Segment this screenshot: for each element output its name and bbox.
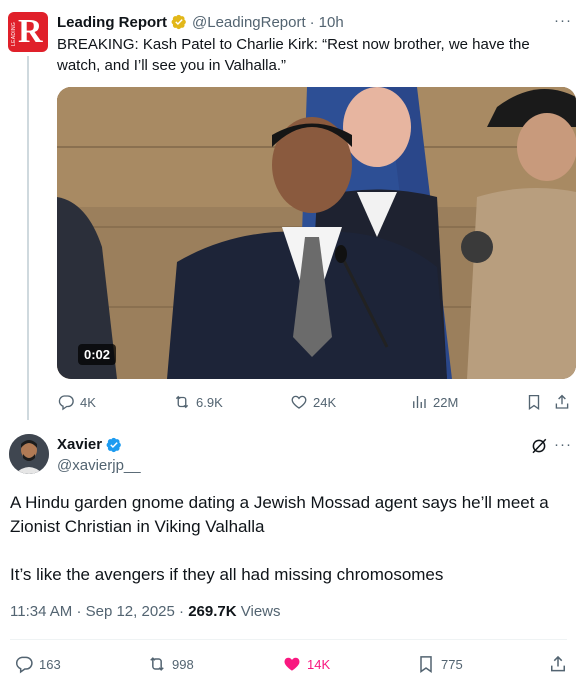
avatar-side-text: LEADING — [11, 21, 17, 46]
like-icon — [291, 395, 307, 409]
tweet-views-label: Views — [240, 603, 281, 620]
parent-bookmark-button[interactable] — [525, 393, 548, 411]
leading-report-avatar[interactable]: LEADING R — [8, 12, 48, 52]
xavier-avatar[interactable] — [9, 434, 49, 474]
header-separator: · — [309, 13, 315, 31]
bookmark-icon — [420, 656, 432, 673]
views-icon — [413, 396, 426, 408]
repost-icon — [175, 395, 189, 409]
thread-line — [27, 56, 29, 420]
main-repost-count: 998 — [172, 656, 194, 672]
parent-timestamp[interactable]: 10h — [319, 14, 344, 31]
main-author-name[interactable]: Xavier — [57, 436, 102, 453]
share-icon — [555, 394, 569, 409]
parent-views-count: 22M — [433, 394, 459, 410]
verified-gold-icon — [171, 14, 187, 30]
tweet-views-count[interactable]: 269.7K — [188, 603, 236, 620]
like-icon — [284, 657, 300, 671]
main-bookmark-button[interactable]: 775 — [416, 654, 463, 674]
video-frame-image — [57, 87, 576, 379]
meta-separator-1: · — [76, 603, 82, 620]
tweet-date[interactable]: Sep 12, 2025 — [86, 603, 175, 620]
parent-reply-count: 4K — [80, 394, 96, 410]
verified-blue-icon — [106, 437, 122, 453]
tweet-paragraph-1: A Hindu garden gnome dating a Jewish Mos… — [10, 493, 549, 536]
main-author-handle[interactable]: @xavierjp__ — [57, 457, 141, 474]
parent-author-handle[interactable]: @LeadingReport — [192, 14, 306, 31]
parent-views-button[interactable]: 22M — [410, 393, 458, 411]
parent-repost-count: 6.9K — [196, 394, 223, 410]
main-repost-button[interactable]: 998 — [147, 654, 194, 674]
main-bookmark-count: 775 — [441, 656, 463, 672]
bookmark-icon — [528, 394, 540, 411]
parent-tweet-text: BREAKING: Kash Patel to Charlie Kirk: “R… — [57, 36, 530, 74]
parent-tweet-actions: 4K 6.9K 24K 22M — [57, 393, 576, 413]
main-reply-count: 163 — [39, 656, 61, 672]
parent-tweet-header: Leading Report @LeadingReport · 10h — [57, 12, 344, 32]
main-like-button[interactable]: 14K — [282, 654, 330, 674]
tweet-time[interactable]: 11:34 AM — [10, 603, 72, 620]
actions-divider — [10, 639, 567, 640]
reply-icon — [15, 656, 33, 674]
main-tweet-text: A Hindu garden gnome dating a Jewish Mos… — [10, 491, 566, 611]
main-tweet-actions: 163 998 14K 775 — [10, 654, 570, 676]
parent-share-button[interactable] — [553, 393, 576, 411]
parent-like-button[interactable]: 24K — [290, 393, 336, 411]
grok-icon[interactable] — [530, 437, 548, 455]
parent-more-button[interactable]: ··· — [554, 12, 572, 29]
tweet-paragraph-2: It’s like the avengers if they all had m… — [10, 565, 444, 584]
tweet-metadata: 11:34 AM · Sep 12, 2025 · 269.7K Views — [10, 603, 281, 620]
parent-like-count: 24K — [313, 394, 337, 410]
avatar-logo-letter: R — [18, 13, 43, 50]
repost-icon — [150, 657, 164, 671]
reply-icon — [58, 395, 74, 411]
main-more-button[interactable]: ··· — [554, 436, 572, 453]
main-share-button[interactable] — [548, 654, 573, 674]
video-thumbnail[interactable] — [57, 87, 576, 379]
parent-reply-button[interactable]: 4K — [57, 393, 96, 411]
main-like-count: 14K — [307, 656, 331, 672]
share-icon — [551, 655, 565, 672]
parent-tweet[interactable]: LEADING R Leading Report @LeadingReport … — [0, 0, 577, 428]
avatar-photo — [9, 434, 49, 474]
video-timestamp: 0:02 — [78, 344, 117, 365]
parent-repost-button[interactable]: 6.9K — [173, 393, 223, 411]
meta-separator-2: · — [179, 603, 185, 620]
main-reply-button[interactable]: 163 — [14, 654, 61, 674]
parent-author-name[interactable]: Leading Report — [57, 14, 167, 31]
main-author-row: Xavier — [57, 436, 122, 453]
